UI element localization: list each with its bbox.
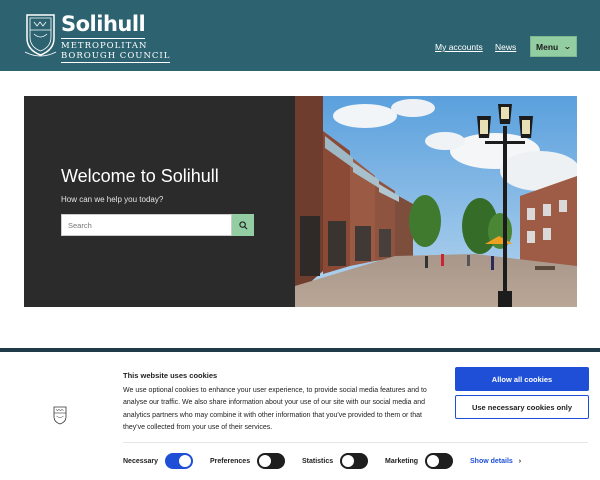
chevron-right-icon: ›	[518, 458, 522, 465]
search-input[interactable]	[61, 214, 232, 236]
council-crest-icon	[53, 406, 67, 425]
hero-subtitle: How can we help you today?	[61, 195, 164, 204]
search-button[interactable]	[232, 214, 254, 236]
toggle-necessary[interactable]	[165, 453, 193, 469]
logo-sub-line2: BOROUGH COUNCIL	[61, 51, 171, 63]
hero-panel: Welcome to Solihull How can we help you …	[24, 96, 295, 307]
logo-sub-line1: METROPOLITAN	[61, 41, 148, 51]
toggle-label-preferences: Preferences	[210, 458, 251, 465]
solihull-high-street-photo	[295, 96, 577, 307]
toggle-preferences[interactable]	[257, 453, 285, 469]
menu-label: Menu	[536, 41, 559, 52]
toggle-marketing[interactable]	[425, 453, 453, 469]
council-crest-icon	[24, 14, 57, 57]
logo-name: Solihull	[61, 12, 146, 39]
show-details-label: Show details	[470, 458, 513, 465]
search-icon	[238, 220, 247, 229]
toggle-label-statistics: Statistics	[302, 458, 334, 465]
necessary-cookies-only-button[interactable]: Use necessary cookies only	[455, 395, 589, 419]
cookie-description: We use optional cookies to enhance your …	[123, 387, 427, 431]
toggle-statistics[interactable]	[340, 453, 368, 469]
cookie-title: This website uses cookies	[123, 371, 218, 380]
cookie-divider	[123, 442, 588, 443]
my-accounts-link[interactable]: My accounts	[435, 42, 483, 52]
news-link[interactable]: News	[495, 42, 516, 52]
menu-button[interactable]: Menu ⌄	[530, 36, 577, 57]
allow-all-cookies-button[interactable]: Allow all cookies	[455, 367, 589, 391]
hero-title: Welcome to Solihull	[61, 166, 219, 186]
site-header: Solihull METROPOLITAN BOROUGH COUNCIL My…	[0, 0, 600, 71]
toggle-label-necessary: Necessary	[123, 458, 159, 465]
chevron-down-icon: ⌄	[563, 42, 572, 51]
toggle-label-marketing: Marketing	[385, 458, 419, 465]
hero-banner: Welcome to Solihull How can we help you …	[24, 96, 577, 307]
council-logo[interactable]: Solihull METROPOLITAN BOROUGH COUNCIL	[24, 12, 171, 63]
show-details-link[interactable]: Show details ›	[470, 458, 521, 465]
